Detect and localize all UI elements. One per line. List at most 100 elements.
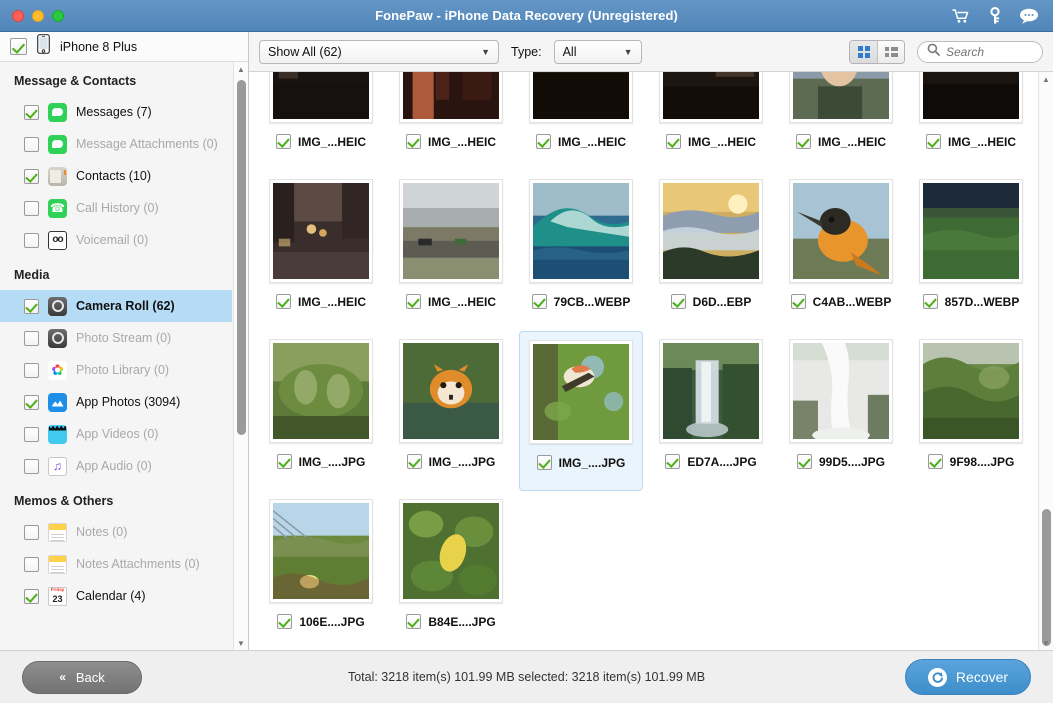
thumbnail-checkbox[interactable] <box>276 454 292 469</box>
thumbnail-frame[interactable] <box>529 179 633 283</box>
thumbnail-item[interactable]: IMG_...HEIC <box>779 72 903 171</box>
sidebar-item-contacts[interactable]: Contacts (10) <box>0 160 232 192</box>
thumbnail-checkbox[interactable] <box>665 454 681 469</box>
thumbnail-frame[interactable] <box>919 179 1023 283</box>
thumbnail-checkbox[interactable] <box>406 454 422 469</box>
app-photos-checkbox[interactable] <box>24 394 39 410</box>
sidebar-scrollbar-thumb[interactable] <box>237 80 246 435</box>
sidebar-item-app-photos[interactable]: App Photos (3094) <box>0 386 232 418</box>
recover-button[interactable]: Recover <box>905 659 1031 695</box>
search-input[interactable] <box>946 44 1033 59</box>
call-history-checkbox[interactable] <box>24 200 39 216</box>
sidebar-item-notes[interactable]: Notes (0) <box>0 516 232 548</box>
thumbnail-item[interactable]: IMG_...HEIC <box>259 72 383 171</box>
thumbnail-checkbox[interactable] <box>275 294 291 309</box>
thumbnail-item[interactable]: IMG_....JPG <box>389 331 513 491</box>
thumbnail-item-selected[interactable]: IMG_....JPG <box>519 331 643 491</box>
thumbnail-frame[interactable] <box>789 339 893 443</box>
grid-scrollbar-thumb[interactable] <box>1042 509 1051 646</box>
thumbnail-item[interactable]: C4AB...WEBP <box>779 171 903 331</box>
sidebar-item-call-history[interactable]: Call History (0) <box>0 192 232 224</box>
thumbnail-frame[interactable] <box>919 72 1023 123</box>
thumbnail-frame[interactable] <box>789 72 893 123</box>
thumbnail-frame[interactable] <box>659 72 763 123</box>
thumbnail-checkbox[interactable] <box>925 134 941 149</box>
thumbnail-frame[interactable] <box>399 339 503 443</box>
thumbnail-item[interactable]: 857D...WEBP <box>909 171 1033 331</box>
thumbnail-frame[interactable] <box>659 339 763 443</box>
zoom-button[interactable] <box>52 9 64 22</box>
thumbnail-frame[interactable] <box>529 72 633 123</box>
grid-view-button[interactable] <box>850 40 877 63</box>
notes-checkbox[interactable] <box>24 524 39 540</box>
sidebar-item-messages[interactable]: Messages (7) <box>0 96 232 128</box>
thumbnail-frame[interactable] <box>399 179 503 283</box>
type-dropdown[interactable]: All ▼ <box>553 39 642 64</box>
thumbnail-frame[interactable] <box>269 339 373 443</box>
thumbnail-checkbox[interactable] <box>406 614 422 629</box>
thumbnail-checkbox[interactable] <box>927 454 943 469</box>
messages-checkbox[interactable] <box>24 104 39 120</box>
thumbnail-item[interactable]: IMG_...HEIC <box>389 72 513 171</box>
thumbnail-item[interactable]: IMG_...HEIC <box>909 72 1033 171</box>
calendar-checkbox[interactable] <box>24 588 39 604</box>
notes-attachments-checkbox[interactable] <box>24 556 39 572</box>
thumbnail-checkbox[interactable] <box>665 134 681 149</box>
cart-icon[interactable] <box>951 6 971 26</box>
sidebar-item-camera-roll[interactable]: Camera Roll (62) <box>0 290 232 322</box>
thumbnail-frame[interactable] <box>269 179 373 283</box>
thumbnail-item[interactable]: ED7A....JPG <box>649 331 773 491</box>
close-button[interactable] <box>12 9 24 22</box>
contacts-checkbox[interactable] <box>24 168 39 184</box>
sidebar-item-notes-attachments[interactable]: Notes Attachments (0) <box>0 548 232 580</box>
sidebar-item-calendar[interactable]: Friday 23 Calendar (4) <box>0 580 232 612</box>
thumbnail-item[interactable]: IMG_....JPG <box>259 331 383 491</box>
thumbnail-item[interactable]: 106E....JPG <box>259 491 383 650</box>
sidebar-item-photo-stream[interactable]: Photo Stream (0) <box>0 322 232 354</box>
sidebar-item-app-videos[interactable]: App Videos (0) <box>0 418 232 450</box>
sidebar-item-voicemail[interactable]: Voicemail (0) <box>0 224 232 256</box>
thumbnail-checkbox[interactable] <box>531 294 547 309</box>
photo-stream-checkbox[interactable] <box>24 330 39 346</box>
thumbnail-checkbox[interactable] <box>405 294 421 309</box>
thumbnail-checkbox[interactable] <box>275 134 291 149</box>
thumbnail-checkbox[interactable] <box>536 455 552 470</box>
thumbnail-frame[interactable] <box>269 72 373 123</box>
thumbnail-checkbox[interactable] <box>922 294 938 309</box>
thumbnail-frame[interactable] <box>919 339 1023 443</box>
minimize-button[interactable] <box>32 9 44 22</box>
sidebar-item-photo-library[interactable]: Photo Library (0) <box>0 354 232 386</box>
device-checkbox[interactable] <box>10 38 27 55</box>
grid-scrollbar[interactable]: ▲ ▼ <box>1038 72 1053 650</box>
app-videos-checkbox[interactable] <box>24 426 39 442</box>
scroll-down-icon[interactable]: ▼ <box>234 636 248 650</box>
thumbnail-frame[interactable] <box>399 499 503 603</box>
app-audio-checkbox[interactable] <box>24 458 39 474</box>
thumbnail-item[interactable]: IMG_...HEIC <box>259 171 383 331</box>
list-view-button[interactable] <box>877 40 904 63</box>
thumbnail-item[interactable]: 79CB...WEBP <box>519 171 643 331</box>
thumbnail-checkbox[interactable] <box>277 614 293 629</box>
sidebar-item-app-audio[interactable]: App Audio (0) <box>0 450 232 482</box>
thumbnail-checkbox[interactable] <box>795 134 811 149</box>
sidebar-scrollbar[interactable]: ▲ ▼ <box>233 62 248 650</box>
view-mode-toggle[interactable] <box>849 39 905 64</box>
thumbnail-frame[interactable] <box>659 179 763 283</box>
thumbnail-checkbox[interactable] <box>790 294 806 309</box>
camera-roll-checkbox[interactable] <box>24 298 39 314</box>
message-attachments-checkbox[interactable] <box>24 136 39 152</box>
thumbnail-item[interactable]: B84E....JPG <box>389 491 513 650</box>
thumbnail-checkbox[interactable] <box>796 454 812 469</box>
scroll-up-icon[interactable]: ▲ <box>234 62 248 76</box>
device-row[interactable]: iPhone 8 Plus <box>0 32 248 62</box>
thumbnail-frame[interactable] <box>399 72 503 123</box>
photo-library-checkbox[interactable] <box>24 362 39 378</box>
thumbnail-item[interactable]: 9F98....JPG <box>909 331 1033 491</box>
thumbnail-item[interactable]: 99D5....JPG <box>779 331 903 491</box>
thumbnail-item[interactable]: IMG_...HEIC <box>649 72 773 171</box>
thumbnail-checkbox[interactable] <box>405 134 421 149</box>
back-button[interactable]: « Back <box>22 660 142 694</box>
thumbnail-item[interactable]: IMG_...HEIC <box>519 72 643 171</box>
thumbnail-frame[interactable] <box>529 340 633 444</box>
thumbnail-frame[interactable] <box>789 179 893 283</box>
